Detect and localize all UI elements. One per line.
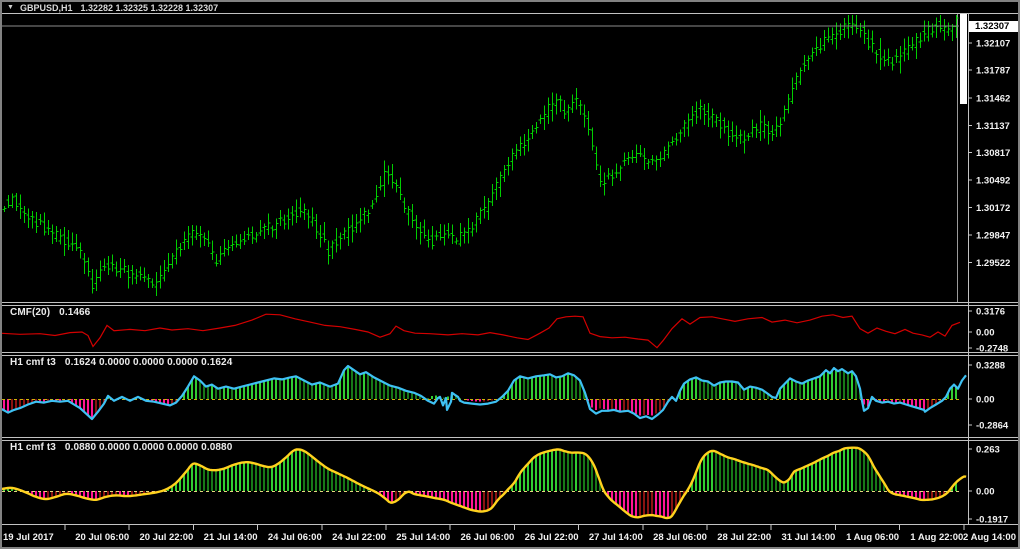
indicator-axis-label: 0.3288 bbox=[976, 361, 1005, 372]
time-axis-label: 26 Jul 06:00 bbox=[460, 532, 514, 543]
time-axis-label: 20 Jul 06:00 bbox=[75, 532, 129, 543]
time-axis-label: 1 Aug 06:00 bbox=[846, 532, 899, 543]
scrollbar-thumb[interactable] bbox=[960, 14, 967, 104]
time-axis-label: 28 Jul 06:00 bbox=[653, 532, 707, 543]
chart-canvas[interactable]: 1.32107 1.31787 1.31462 1.31137 1.30817 1.304… bbox=[2, 2, 1018, 547]
price-axis-label: 1.31787 bbox=[976, 66, 1010, 77]
price-axis-label: 1.31137 bbox=[976, 121, 1010, 132]
cmf-indicator-label: CMF(20) 0.1466 bbox=[10, 307, 91, 318]
time-axis-label: 20 Jul 22:00 bbox=[139, 532, 193, 543]
time-axis-label: 26 Jul 22:00 bbox=[525, 532, 579, 543]
t3b-indicator-label: H1 cmf t3 0.0880 0.0000 0.0000 0.0000 0.0… bbox=[10, 442, 233, 453]
main-price-series bbox=[2, 15, 959, 297]
time-axis-label: 19 Jul 2017 bbox=[3, 532, 54, 543]
time-axis-label: 31 Jul 14:00 bbox=[781, 532, 835, 543]
price-axis-label: 1.30492 bbox=[976, 176, 1010, 187]
time-axis-label: 25 Jul 14:00 bbox=[396, 532, 450, 543]
t3a-signal-line bbox=[2, 364, 967, 421]
price-axis-label: 1.31462 bbox=[976, 93, 1010, 104]
price-axis-label: 1.29522 bbox=[976, 258, 1010, 269]
indicator-axis-label: 0.263 bbox=[976, 445, 1000, 456]
price-axis-label: 1.32107 bbox=[976, 39, 1010, 50]
price-axis-label: 1.30817 bbox=[976, 148, 1010, 159]
price-axis[interactable]: 1.32107 1.31787 1.31462 1.31137 1.30817 1.304… bbox=[968, 39, 1010, 270]
chart-window: ▼ GBPUSD,H1 1.32282 1.32325 1.32228 1.32… bbox=[0, 0, 1020, 549]
t3a-histogram bbox=[2, 364, 967, 421]
indicator-axis-label: 0.3176 bbox=[976, 307, 1005, 318]
time-axis-label: 21 Jul 14:00 bbox=[204, 532, 258, 543]
indicator-axis-label: -0.2864 bbox=[976, 421, 1009, 432]
price-axis-label: 1.29847 bbox=[976, 230, 1010, 241]
chart-window-titlebar[interactable]: ▼ GBPUSD,H1 1.32282 1.32325 1.32228 1.32… bbox=[2, 2, 1018, 13]
window-menu-icon[interactable]: ▼ bbox=[7, 2, 14, 13]
cmf-axis[interactable]: 0.3176 0.00 -0.2748 bbox=[968, 307, 1008, 355]
t3b-histogram bbox=[2, 446, 967, 520]
indicator-axis-label: 0.00 bbox=[976, 395, 995, 406]
current-price-box: 1.32307 bbox=[969, 20, 1018, 32]
time-axis-label: 28 Jul 22:00 bbox=[717, 532, 771, 543]
t3b-axis[interactable]: 0.263 0.00 -0.1917 bbox=[968, 445, 1008, 526]
time-axis-label: 24 Jul 06:00 bbox=[268, 532, 322, 543]
t3a-axis[interactable]: 0.3288 0.00 -0.2864 bbox=[968, 361, 1009, 432]
chart-title-quotes: 1.32282 1.32325 1.32228 1.32307 bbox=[80, 2, 219, 13]
indicator-axis-label: 0.00 bbox=[976, 328, 995, 339]
indicator-axis-label: -0.2748 bbox=[976, 344, 1008, 355]
time-axis-label: 27 Jul 14:00 bbox=[589, 532, 643, 543]
time-axis[interactable]: 19 Jul 2017 20 Jul 06:00 20 Jul 22:00 21 Ju… bbox=[3, 525, 1016, 543]
cmf-line-series bbox=[2, 313, 961, 349]
chart-title-symbol: GBPUSD,H1 bbox=[19, 2, 73, 13]
indicator-axis-label: -0.1917 bbox=[976, 515, 1008, 526]
time-axis-label: 2 Aug 14:00 bbox=[963, 532, 1016, 543]
time-axis-label: 24 Jul 22:00 bbox=[332, 532, 386, 543]
price-axis-label: 1.30172 bbox=[976, 203, 1010, 214]
indicator-axis-label: 0.00 bbox=[976, 487, 995, 498]
t3a-indicator-label: H1 cmf t3 0.1624 0.0000 0.0000 0.0000 0.1… bbox=[10, 357, 233, 368]
time-axis-label: 1 Aug 22:00 bbox=[910, 532, 963, 543]
